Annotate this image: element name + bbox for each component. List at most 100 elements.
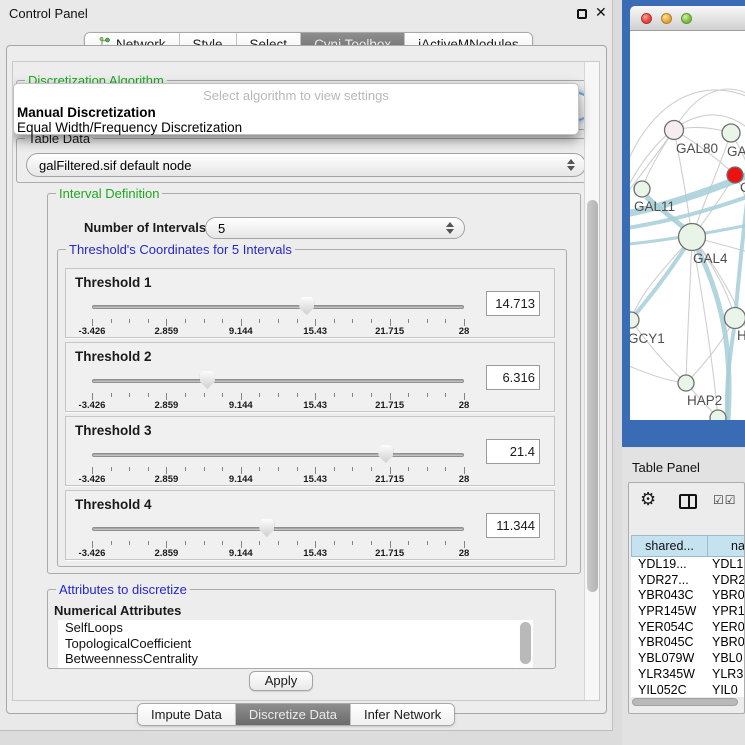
table-row[interactable]: YBR043CYBR0: [631, 588, 745, 604]
close-icon[interactable]: ✕: [595, 4, 607, 21]
slider-track[interactable]: [92, 453, 464, 457]
tick-label: 2.859: [155, 474, 179, 485]
network-node-label: GAL11: [634, 199, 675, 214]
network-node-label: HAP2: [687, 393, 722, 408]
threshold-slider[interactable]: [92, 297, 464, 317]
network-node-HAP2[interactable]: [678, 375, 694, 391]
network-edge[interactable]: [631, 320, 686, 383]
tick-label: 28: [459, 548, 470, 559]
algorithm-option-manual[interactable]: Manual Discretization: [14, 105, 578, 120]
attribute-item-selfloops[interactable]: SelfLoops: [58, 620, 533, 636]
network-edge[interactable]: [674, 89, 745, 130]
tab-impute-data[interactable]: Impute Data: [138, 704, 236, 725]
network-canvas[interactable]: GAL80GACGAL11GAL4GCY1HHAP2: [630, 31, 745, 420]
cell-shared-name: YER054C: [631, 620, 703, 636]
cell-shared-name: YPR145W: [631, 604, 703, 620]
tick-label: 28: [459, 326, 470, 337]
table-row[interactable]: YIL052CYIL0: [631, 683, 745, 698]
gear-icon[interactable]: ⚙: [640, 489, 656, 510]
table-row[interactable]: YBR045CYBR0: [631, 635, 745, 651]
zoom-traffic-light-icon[interactable]: [681, 13, 692, 24]
apply-button[interactable]: Apply: [249, 671, 313, 691]
slider-track[interactable]: [92, 379, 464, 383]
minimize-traffic-light-icon[interactable]: [661, 13, 672, 24]
table-row[interactable]: YER054CYER0: [631, 620, 745, 636]
tab-label: Discretize Data: [249, 707, 337, 722]
cell-shared-name: YLR345W: [631, 667, 703, 683]
network-node-H[interactable]: [725, 308, 745, 329]
cell-name: YBR0: [703, 635, 745, 651]
slider-handle[interactable]: [299, 297, 314, 315]
column-header-name[interactable]: na: [707, 535, 745, 557]
table-hscrollbar-thumb[interactable]: [632, 698, 738, 706]
tick-label: 15.43: [303, 326, 327, 337]
algorithm-option-equal-width[interactable]: Equal Width/Frequency Discretization: [14, 120, 578, 135]
slider-track[interactable]: [92, 527, 464, 531]
minimize-icon[interactable]: [577, 9, 587, 19]
tab-label: Impute Data: [151, 707, 222, 722]
threshold-value-field[interactable]: 11.344: [486, 513, 540, 538]
tick-label: 21.715: [375, 326, 404, 337]
number-of-intervals-label: Number of Intervals: [84, 220, 206, 235]
tick-label: 21.715: [375, 548, 404, 559]
close-traffic-light-icon[interactable]: [641, 13, 652, 24]
slider-handle[interactable]: [378, 445, 393, 463]
network-node-label: H: [737, 328, 745, 343]
threshold-value-field[interactable]: 21.4: [486, 439, 540, 464]
cell-shared-name: YDR27...: [631, 573, 703, 589]
slider-track[interactable]: [92, 305, 464, 309]
tick-label: -3.426: [79, 548, 106, 559]
network-node-GAL80[interactable]: [665, 121, 684, 140]
network-edge[interactable]: [686, 237, 692, 383]
tick-label: 15.43: [303, 400, 327, 411]
settings-scroll-pane: Discretization Algorithm Select algorith…: [12, 61, 600, 701]
network-node-GAL4[interactable]: [679, 224, 706, 251]
network-node-label: GA: [727, 144, 745, 159]
tab-discretize-data[interactable]: Discretize Data: [236, 704, 351, 725]
table-row[interactable]: YDL19...YDL1: [631, 557, 745, 573]
cell-name: YIL0: [703, 683, 738, 698]
slider-handle[interactable]: [259, 519, 274, 537]
network-node-B1[interactable]: [710, 410, 726, 420]
thresholds-group: Threshold's Coordinates for 5 Intervals …: [57, 249, 567, 567]
threshold-slider[interactable]: [92, 445, 464, 465]
threshold-value-field[interactable]: 6.316: [486, 365, 540, 390]
threshold-slider[interactable]: [92, 371, 464, 391]
tab-infer-network[interactable]: Infer Network: [351, 704, 454, 725]
settings-scrollbar-thumb[interactable]: [587, 200, 598, 592]
network-node-GA[interactable]: [722, 124, 740, 142]
table-row[interactable]: YPR145WYPR1: [631, 604, 745, 620]
interval-definition-group: Interval Definition Number of Intervals …: [47, 193, 581, 574]
number-of-intervals-value: 5: [218, 221, 225, 236]
number-of-intervals-combobox[interactable]: 5: [205, 217, 465, 239]
network-node-GAL11[interactable]: [634, 181, 650, 197]
table-horizontal-scrollbar[interactable]: [631, 697, 744, 707]
attribute-item-topologicalcoefficient[interactable]: TopologicalCoefficient: [58, 636, 533, 652]
network-window-titlebar[interactable]: [630, 6, 745, 31]
column-layout-icon[interactable]: [679, 494, 697, 509]
settings-vertical-scrollbar[interactable]: [584, 62, 599, 700]
slider-handle[interactable]: [200, 371, 215, 389]
attribute-item-betweennesscentrality[interactable]: BetweennessCentrality: [58, 651, 533, 667]
slider-tick-labels: -3.4262.8599.14415.4321.71528: [92, 400, 464, 412]
attributes-scrollbar[interactable]: [519, 620, 533, 668]
table-row[interactable]: YBL079WYBL0: [631, 651, 745, 667]
cell-name: YPR1: [703, 604, 745, 620]
threshold-value-field[interactable]: 14.713: [486, 291, 540, 316]
cell-name: YER0: [703, 620, 745, 636]
threshold-slider[interactable]: [92, 519, 464, 539]
table-data-combobox[interactable]: galFiltered.sif default node: [26, 153, 586, 177]
select-columns-icon[interactable]: ☑☑: [713, 493, 737, 507]
threshold-panel-3: Threshold 3-3.4262.8599.14415.4321.71528…: [65, 416, 555, 486]
node-table: ⚙ ☑☑ shared... na YDL19...YDL1YDR27...YD…: [628, 482, 745, 714]
tick-label: 28: [459, 474, 470, 485]
tick-label: 21.715: [375, 474, 404, 485]
slider-tick-labels: -3.4262.8599.14415.4321.71528: [92, 548, 464, 560]
network-edge[interactable]: [630, 363, 686, 383]
attributes-group: Attributes to discretize Numerical Attri…: [47, 589, 556, 669]
table-row[interactable]: YLR345WYLR3: [631, 667, 745, 683]
numerical-attributes-list[interactable]: SelfLoopsTopologicalCoefficientBetweenne…: [58, 620, 533, 668]
attributes-scrollbar-thumb[interactable]: [520, 622, 531, 664]
table-row[interactable]: YDR27...YDR2: [631, 573, 745, 589]
column-header-shared-name[interactable]: shared...: [631, 535, 708, 557]
